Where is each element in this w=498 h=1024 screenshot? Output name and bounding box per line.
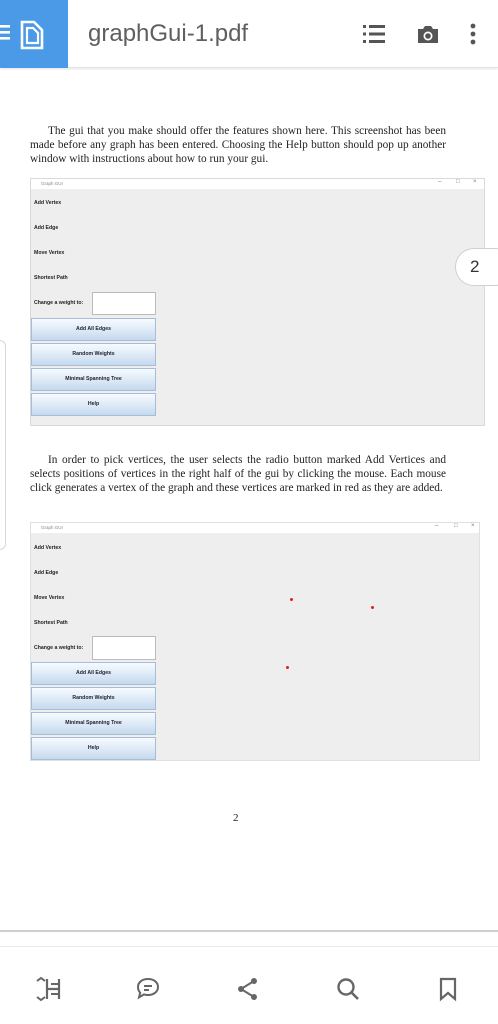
bookmark-icon[interactable]: [435, 976, 461, 1002]
paragraph-2-text: In order to pick vertices, the user sele…: [30, 454, 446, 494]
weight-input: [92, 636, 156, 660]
radio-add-edge: Add Edge: [34, 225, 59, 231]
random-weights-button: Random Weights: [31, 343, 156, 366]
paragraph-1: The gui that you make should offer the f…: [30, 124, 446, 166]
search-icon[interactable]: [335, 976, 361, 1002]
radio-move-vertex: Move Vertex: [34, 595, 65, 601]
radio-add-edge: Add Edge: [34, 570, 59, 576]
page-divider: [0, 946, 498, 947]
page-number: 2: [233, 812, 239, 824]
page-indicator-badge[interactable]: 2: [455, 248, 498, 286]
minimize-icon: –: [435, 523, 439, 529]
paragraph-2: In order to pick vertices, the user sele…: [30, 453, 446, 495]
add-all-edges-button: Add All Edges: [31, 662, 156, 685]
menu-doc-icon: [0, 20, 44, 50]
paragraph-1-text: The gui that you make should offer the f…: [30, 125, 446, 165]
reading-mode-icon[interactable]: [35, 976, 61, 1002]
camera-icon[interactable]: [415, 21, 441, 47]
annotate-icon[interactable]: [135, 976, 161, 1002]
close-icon: ×: [473, 179, 477, 185]
radio-add-vertex: Add Vertex: [34, 200, 62, 206]
page-divider: [0, 930, 498, 932]
random-weights-button: Random Weights: [31, 687, 156, 710]
radio-add-vertex: Add Vertex: [34, 545, 62, 551]
window-titlebar: Graph GUI – □ ×: [31, 523, 479, 533]
radio-shortest-path: Shortest Path: [34, 275, 68, 281]
top-toolbar: graphGui-1.pdf: [0, 0, 498, 68]
vertex-dot: [371, 606, 374, 609]
minimize-icon: –: [438, 179, 442, 185]
help-button: Help: [31, 737, 156, 760]
window-title: Graph GUI: [41, 525, 63, 530]
left-scroll-handle[interactable]: [0, 340, 6, 550]
gui-screenshot-2: Graph GUI – □ × Add Vertex Add Edge Move…: [30, 522, 480, 761]
page-indicator-number: 2: [470, 257, 480, 276]
window-titlebar: Graph GUI – □ ×: [31, 179, 484, 189]
add-all-edges-button: Add All Edges: [31, 318, 156, 341]
minimal-spanning-tree-button: Minimal Spanning Tree: [31, 368, 156, 391]
document-title: graphGui-1.pdf: [88, 20, 249, 47]
pdf-page[interactable]: The gui that you make should offer the f…: [0, 70, 498, 930]
vertex-dot: [290, 598, 293, 601]
weight-label: Change a weight to:: [34, 300, 84, 306]
help-button: Help: [31, 393, 156, 416]
minimal-spanning-tree-button: Minimal Spanning Tree: [31, 712, 156, 735]
window-title: Graph GUI: [41, 181, 63, 186]
maximize-icon: □: [456, 179, 460, 185]
close-icon: ×: [471, 523, 475, 529]
more-options-icon[interactable]: [460, 21, 486, 47]
vertex-dot: [286, 666, 289, 669]
weight-input: [92, 292, 156, 315]
weight-label: Change a weight to:: [34, 645, 84, 651]
maximize-icon: □: [454, 523, 458, 529]
list-icon[interactable]: [361, 21, 387, 47]
radio-move-vertex: Move Vertex: [34, 250, 65, 256]
share-icon[interactable]: [235, 976, 261, 1002]
radio-shortest-path: Shortest Path: [34, 620, 68, 626]
menu-button[interactable]: [0, 0, 68, 68]
gui-screenshot-1: Graph GUI – □ × Add Vertex Add Edge Move…: [30, 178, 485, 426]
